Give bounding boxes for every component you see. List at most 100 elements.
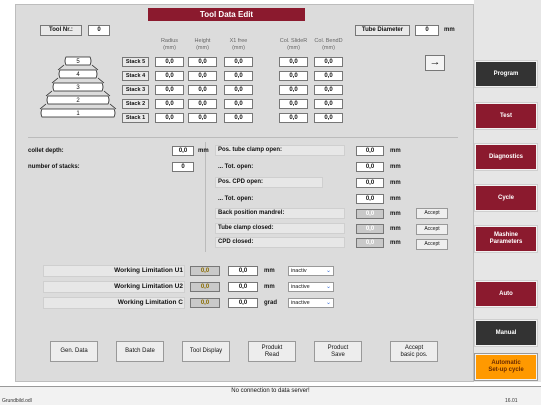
- stack-2-x1free[interactable]: 0,0: [224, 99, 253, 109]
- stack-1-height[interactable]: 0,0: [188, 113, 217, 123]
- back-position-mandrel-field: 0,0: [356, 209, 384, 219]
- pos-cpd-open-field[interactable]: 0,0: [356, 178, 384, 188]
- stack-4-button[interactable]: Stack 4: [122, 71, 149, 81]
- column-header-x1-free: X1 free (mm): [229, 38, 248, 51]
- stack-2-button[interactable]: Stack 2: [122, 99, 149, 109]
- sidebar-auto-button[interactable]: Auto: [474, 280, 538, 308]
- tube-clamp-tot-open-unit: mm: [390, 164, 401, 170]
- pos-cpd-open-unit: mm: [390, 180, 401, 186]
- stack-4-radius[interactable]: 0,0: [155, 71, 184, 81]
- next-arrow-button[interactable]: →: [425, 55, 445, 71]
- sidebar-manual-button[interactable]: Manual: [474, 319, 538, 347]
- stack-3-col-bendd[interactable]: 0,0: [314, 85, 343, 95]
- pos-tube-clamp-open-field[interactable]: 0,0: [356, 146, 384, 156]
- stack-5-radius[interactable]: 0,0: [155, 57, 184, 67]
- sidebar-machine-parameters-button[interactable]: Mashine Parameters: [474, 225, 538, 253]
- tube-clamp-closed-unit: mm: [390, 226, 401, 232]
- product-read-button[interactable]: Produkt Read: [248, 341, 296, 362]
- working-limitation-u2-field[interactable]: 0,0: [228, 282, 258, 292]
- pos-cpd-open-label: Pos. CPD open:: [218, 179, 264, 185]
- tube-clamp-closed-label: Tube clamp closed:: [218, 225, 274, 231]
- stack-5-x1free[interactable]: 0,0: [224, 57, 253, 67]
- stack-1-radius[interactable]: 0,0: [155, 113, 184, 123]
- stack-1-x1free[interactable]: 0,0: [224, 113, 253, 123]
- stack-1-button[interactable]: Stack 1: [122, 113, 149, 123]
- sidebar-diagnostics-button[interactable]: Diagnostics: [474, 143, 538, 171]
- stack-5-col-slider[interactable]: 0,0: [279, 57, 308, 67]
- stack-3-button[interactable]: Stack 3: [122, 85, 149, 95]
- working-limitation-u1-current: 0,0: [190, 266, 220, 276]
- cpd-tot-open-label: ... Tot. open:: [218, 196, 254, 202]
- stack-pyramid-diagram: 5 4 3 2 1: [39, 56, 117, 118]
- sidebar-automatic-setup-button[interactable]: Automatic Set-up cycle: [474, 353, 538, 381]
- cpd-closed-field: 0,0: [356, 238, 384, 248]
- working-limitation-c-dropdown[interactable]: inactive ⌄: [288, 298, 334, 308]
- stack-3-height[interactable]: 0,0: [188, 85, 217, 95]
- accept-tube-clamp-button[interactable]: Accept: [416, 224, 448, 235]
- working-limitation-u1-dropdown[interactable]: inactiv ⌄: [288, 266, 334, 276]
- stack-4-height[interactable]: 0,0: [188, 71, 217, 81]
- cpd-tot-open-unit: mm: [390, 196, 401, 202]
- stack-5-height[interactable]: 0,0: [188, 57, 217, 67]
- working-limitation-c-field[interactable]: 0,0: [228, 298, 258, 308]
- column-header-col-slider: Col. SlideR (mm): [279, 38, 308, 51]
- stack-2-col-bendd[interactable]: 0,0: [314, 99, 343, 109]
- sidebar-cycle-button[interactable]: Cycle: [474, 184, 538, 212]
- stack-4-col-bendd[interactable]: 0,0: [314, 71, 343, 81]
- pos-tube-clamp-open-unit: mm: [390, 148, 401, 154]
- cpd-closed-unit: mm: [390, 240, 401, 246]
- tube-clamp-tot-open-field[interactable]: 0,0: [356, 162, 384, 172]
- tool-nr-field[interactable]: 0: [88, 25, 110, 36]
- stack-2-radius[interactable]: 0,0: [155, 99, 184, 109]
- tube-diameter-field[interactable]: 0: [415, 25, 439, 36]
- sidebar-test-button[interactable]: Test: [474, 102, 538, 130]
- sidebar-program-button[interactable]: Program: [474, 60, 538, 88]
- tool-nr-label: Tool Nr.:: [40, 25, 82, 36]
- cpd-tot-open-field[interactable]: 0,0: [356, 194, 384, 204]
- chevron-down-icon: ⌄: [325, 268, 331, 274]
- working-limitation-u2-dropdown[interactable]: inactive ⌄: [288, 282, 334, 292]
- stack-5-button[interactable]: Stack 5: [122, 57, 149, 67]
- stack-2-height[interactable]: 0,0: [188, 99, 217, 109]
- section-divider: [28, 137, 458, 138]
- cpd-closed-label: CPD closed:: [218, 239, 254, 245]
- collet-depth-field[interactable]: 0,0: [172, 146, 194, 156]
- accept-back-position-button[interactable]: Accept: [416, 208, 448, 219]
- tube-clamp-closed-field: 0,0: [356, 224, 384, 234]
- product-save-button[interactable]: Product Save: [314, 341, 362, 362]
- status-filename: Grundbild.odl: [2, 398, 32, 404]
- accept-basic-pos-button[interactable]: Accept basic pos.: [390, 341, 438, 362]
- stack-4-x1free[interactable]: 0,0: [224, 71, 253, 81]
- tube-clamp-tot-open-label: ... Tot. open:: [218, 164, 254, 170]
- stack-3-radius[interactable]: 0,0: [155, 85, 184, 95]
- stack-3-col-slider[interactable]: 0,0: [279, 85, 308, 95]
- tube-diameter-label: Tube Diameter: [355, 25, 410, 36]
- back-position-mandrel-label: Back position mandrel:: [218, 210, 285, 216]
- column-header-col-bendd: Col. BendD (mm): [314, 38, 343, 51]
- stack-2-col-slider[interactable]: 0,0: [279, 99, 308, 109]
- working-limitation-u1-field[interactable]: 0,0: [228, 266, 258, 276]
- pos-tube-clamp-open-label: Pos. tube clamp open:: [218, 147, 283, 153]
- working-limitation-c-unit: grad: [264, 300, 278, 306]
- tube-diameter-unit: mm: [444, 27, 455, 33]
- stack-1-col-bendd[interactable]: 0,0: [314, 113, 343, 123]
- collet-depth-label: collet depth:: [28, 148, 64, 154]
- stack-5-col-bendd[interactable]: 0,0: [314, 57, 343, 67]
- stack-1-col-slider[interactable]: 0,0: [279, 113, 308, 123]
- working-limitation-u1-label: Working Limitation U1: [114, 267, 183, 274]
- working-limitation-u2-label: Working Limitation U2: [114, 283, 183, 290]
- accept-cpd-closed-button[interactable]: Accept: [416, 239, 448, 250]
- batch-data-button[interactable]: Batch Date: [116, 341, 164, 362]
- stack-4-col-slider[interactable]: 0,0: [279, 71, 308, 81]
- tool-display-button[interactable]: Tool Display: [182, 341, 230, 362]
- stack-3-x1free[interactable]: 0,0: [224, 85, 253, 95]
- gen-data-button[interactable]: Gen. Data: [50, 341, 98, 362]
- number-of-stacks-label: number of stacks:: [28, 164, 80, 170]
- working-limitation-u1-unit: mm: [264, 268, 275, 274]
- status-time: 16.01: [505, 398, 518, 404]
- connection-status-message: No connection to data server!: [231, 388, 310, 394]
- number-of-stacks-field[interactable]: 0: [172, 162, 194, 172]
- collet-depth-unit: mm: [198, 148, 209, 154]
- working-limitation-c-label: Working Limitation C: [117, 299, 183, 306]
- column-header-height: Height (mm): [194, 38, 211, 51]
